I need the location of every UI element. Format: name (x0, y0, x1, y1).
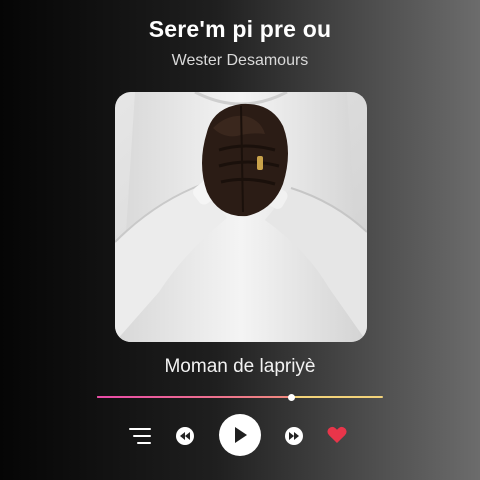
next-button[interactable] (285, 427, 303, 445)
queue-button[interactable] (129, 426, 155, 446)
previous-button[interactable] (176, 427, 194, 445)
queue-list-icon-line (133, 435, 151, 437)
album-artwork (115, 92, 367, 342)
rewind-icon (180, 432, 190, 440)
like-button[interactable] (327, 426, 347, 444)
play-icon (235, 427, 247, 443)
queue-list-icon-line (129, 428, 151, 430)
album-title: Moman de lapriyè (164, 356, 316, 377)
progress-bar[interactable] (97, 393, 383, 401)
artist-name: Wester Desamours (171, 52, 309, 69)
progress-fill (97, 396, 292, 398)
fast-forward-icon (289, 432, 299, 440)
song-title: Sere'm pi pre ou (148, 16, 332, 42)
music-player-card: Sere'm pi pre ou Wester Desamours Moman … (0, 0, 480, 480)
heart-icon (327, 426, 347, 443)
progress-thumb[interactable] (287, 393, 295, 401)
play-button[interactable] (219, 414, 261, 456)
queue-list-icon-line (137, 442, 151, 444)
